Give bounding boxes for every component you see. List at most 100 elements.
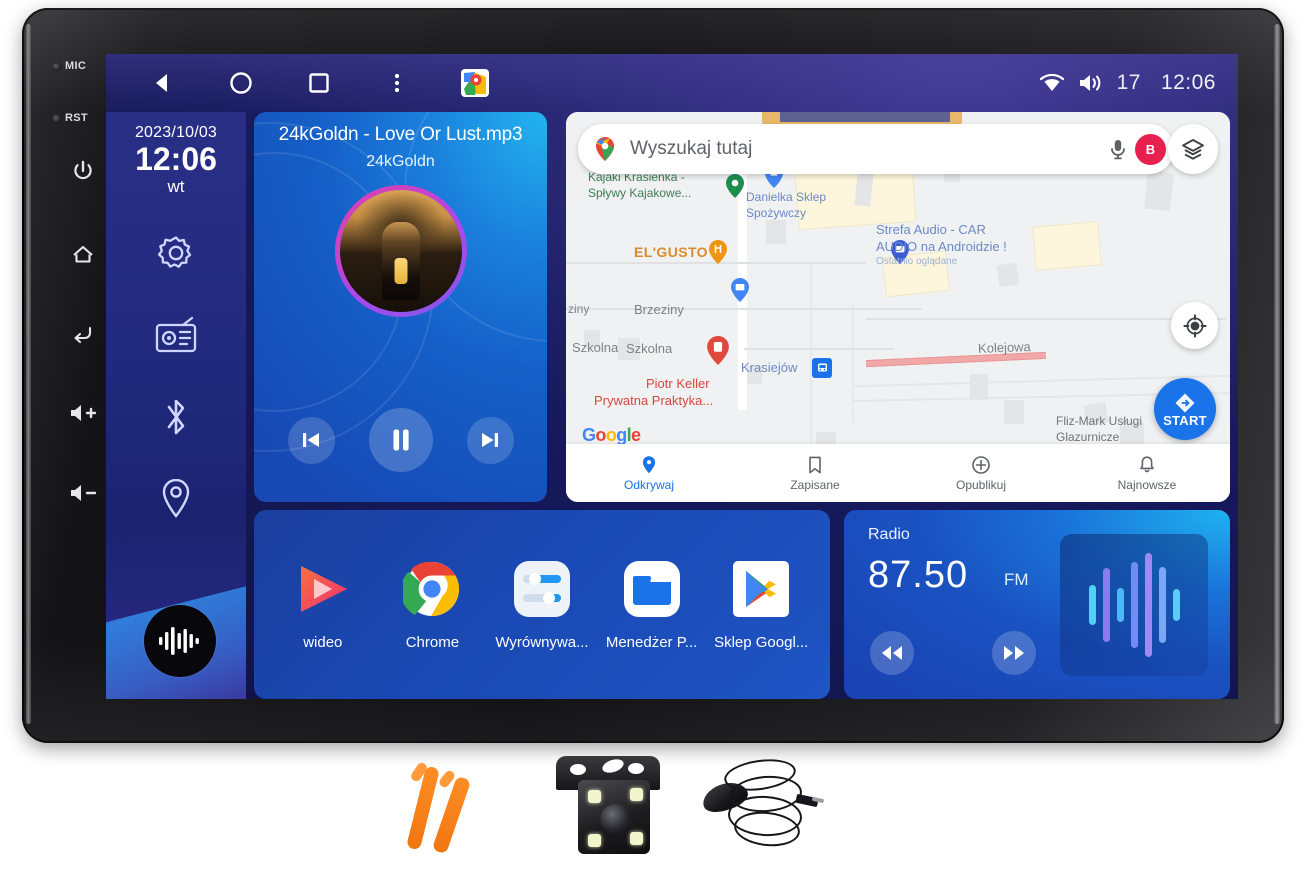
rail-radio-button[interactable] [150, 309, 202, 361]
google-logo-g2: g [616, 425, 627, 445]
play-store-icon [730, 558, 792, 620]
music-track-title: 24kGoldn - Love Or Lust.mp3 [278, 124, 523, 145]
rail-settings-button[interactable] [150, 227, 202, 279]
map-tab-odkrywaj-label: Odkrywaj [623, 477, 674, 492]
waveform-bar [1130, 562, 1138, 648]
waveform-bar [1144, 553, 1152, 657]
map-road-line [744, 348, 894, 350]
maps-pin-icon [596, 137, 614, 161]
map-tab-opublikuj-label: Opublikuj [955, 477, 1007, 492]
plus-circle-icon [972, 455, 990, 474]
map-bottom-nav: Odkrywaj Zapisane Opublikuj Najnowsze [566, 444, 1230, 502]
camera-lens [600, 804, 632, 834]
map-mylocation-button[interactable] [1171, 302, 1218, 349]
home-circle-icon [230, 72, 252, 94]
recents-square-icon [309, 73, 329, 93]
back-button[interactable] [52, 322, 114, 346]
station-icon[interactable] [812, 358, 832, 378]
radio-widget-card[interactable]: Radio 87.50 FM [844, 510, 1230, 699]
map-account-avatar[interactable]: B [1135, 133, 1166, 165]
waveform-bar [1116, 588, 1124, 622]
android-overflow[interactable] [382, 68, 412, 98]
album-art-chain [394, 258, 407, 285]
app-chrome[interactable]: Chrome [380, 558, 484, 651]
file-manager-icon [621, 558, 683, 620]
map-search-placeholder: Wyszukaj tutaj [630, 138, 753, 159]
power-button[interactable] [52, 159, 114, 183]
app-sklep-google[interactable]: Sklep Googl... [709, 558, 813, 651]
rail-music-button[interactable] [144, 605, 216, 677]
waveform-bar [1172, 589, 1180, 621]
pin-shop-blue[interactable] [731, 278, 749, 302]
volume-down-button[interactable] [52, 482, 114, 504]
map-search-bar[interactable]: Wyszukaj tutaj B [578, 124, 1174, 174]
pin-kajaki[interactable] [726, 174, 744, 198]
android-recents[interactable] [304, 68, 334, 98]
rail-bluetooth-button[interactable] [150, 391, 202, 443]
radio-frequency: 87.50 [868, 554, 969, 596]
map-start-navigation-button[interactable]: START [1154, 378, 1216, 440]
google-logo-o2: o [605, 425, 617, 445]
home-icon [73, 245, 93, 263]
pin-elgusto[interactable] [709, 240, 727, 264]
music-previous-button[interactable] [287, 416, 335, 464]
poi-piotr-keller-line2: Prywatna Praktyka... [594, 393, 714, 408]
map-tab-odkrywaj[interactable]: Odkrywaj [566, 455, 732, 492]
mic-indicator: MIC [52, 60, 114, 72]
app-wyrownywanie[interactable]: Wyrównywa... [490, 558, 594, 651]
bezel-edge-right [1274, 24, 1280, 724]
app-wideo[interactable]: wideo [271, 558, 375, 651]
mic-led [52, 61, 61, 71]
music-next-button[interactable] [466, 416, 514, 464]
settings-icon [157, 235, 192, 268]
radio-next-button[interactable] [992, 631, 1036, 675]
navigation-arrow-icon [1175, 393, 1195, 412]
volume-up-button[interactable] [52, 402, 114, 424]
poi-piotr-keller-line1: Piotr Keller [646, 376, 710, 391]
android-back[interactable] [148, 68, 178, 98]
poi-fliz-mark-line1: Fliz-Mark Usługi [1056, 414, 1143, 428]
equalizer-icon [159, 627, 199, 655]
bell-icon [1140, 455, 1154, 472]
my-location-icon [1182, 313, 1207, 338]
home-button[interactable] [52, 242, 114, 266]
radio-previous-button[interactable] [870, 631, 914, 675]
microphone-icon[interactable] [1107, 137, 1129, 161]
app-wyrownywanie-label: Wyrównywa... [495, 634, 589, 651]
map-tab-zapisane-label: Zapisane [790, 477, 840, 492]
clock-widget[interactable]: 2023/10/03 12:06 wt [135, 124, 217, 197]
maps-shortcut[interactable] [460, 68, 490, 98]
album-art [339, 190, 462, 312]
pin-piotr-keller[interactable] [707, 336, 729, 365]
android-nav-bar [106, 68, 490, 98]
equalizer-settings-icon [511, 558, 573, 620]
skip-previous-icon [303, 433, 319, 447]
poi-fliz-mark-line2: Glazurnicze [1056, 430, 1120, 444]
poi-strefa-audio-line2: AUDIO na Androidzie ! [876, 239, 1007, 254]
map-layers-icon [1182, 139, 1204, 160]
camera-led [588, 790, 601, 803]
app-chrome-label: Chrome [405, 634, 460, 651]
location-icon [162, 478, 190, 518]
reset-indicator[interactable]: RST [52, 112, 114, 124]
volume-up-icon [71, 405, 97, 421]
music-play-pause-button[interactable] [368, 408, 433, 472]
map-layers-button[interactable] [1168, 124, 1218, 174]
left-app-rail: 2023/10/03 12:06 wt [106, 112, 246, 699]
pry-tools [406, 760, 520, 855]
android-home[interactable] [226, 68, 256, 98]
head-unit-screen: 17 12:06 2023/10/03 12:06 wt 24kGoldn - … [106, 54, 1238, 699]
app-sklep-google-label: Sklep Googl... [714, 634, 809, 651]
map-tab-najnowsze[interactable]: Najnowsze [1064, 455, 1230, 492]
rail-navigation-button[interactable] [150, 473, 202, 525]
google-maps-card[interactable]: Kajaki Krasieńka - Spływy Kajakowe... Da… [566, 112, 1230, 502]
map-tab-opublikuj[interactable]: Opublikuj [898, 455, 1064, 492]
skip-next-icon [482, 433, 498, 447]
volume-down-icon [71, 485, 97, 501]
poi-danielka-line2: Spożywczy [746, 206, 807, 220]
app-menedzer-plikow[interactable]: Menedżer P... [600, 558, 704, 651]
music-player-card[interactable]: 24kGoldn - Love Or Lust.mp3 24kGoldn [254, 112, 547, 502]
street-ziny: ziny [568, 302, 590, 316]
street-kolejowa: Kolejowa [977, 339, 1032, 356]
map-tab-zapisane[interactable]: Zapisane [732, 455, 898, 492]
